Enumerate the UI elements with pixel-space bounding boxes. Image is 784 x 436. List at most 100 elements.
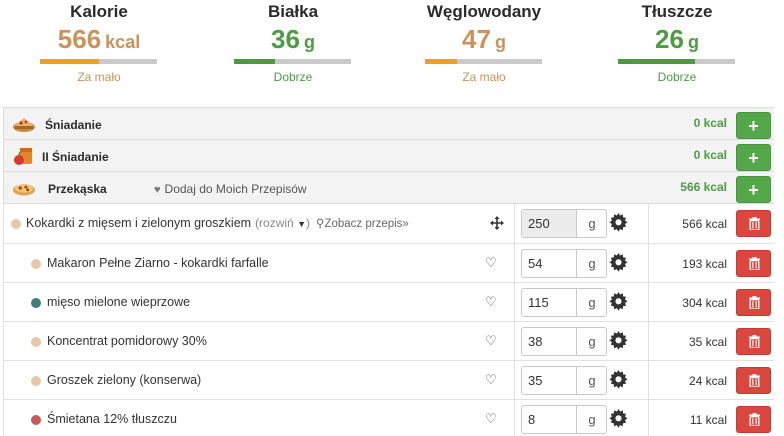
move-icon[interactable] (490, 216, 504, 230)
meal-table: Śniadanie 0 kcal + II Śniadanie 0 kcal +… (3, 107, 774, 436)
ingredient-name: Koncentrat pomidorowy 30% (47, 334, 207, 348)
ingredient-dot (31, 376, 41, 386)
meal-kcal: 566 kcal (680, 180, 727, 194)
unit-label: g (588, 256, 596, 271)
plus-icon: + (748, 116, 759, 136)
ingredient-row: Groszek zielony (konserwa) ♡ g 24 kcal (3, 361, 774, 400)
unit-label: g (588, 295, 596, 310)
caret-down-icon: ▼ (297, 219, 306, 229)
favorite-heart-icon[interactable]: ♡ (485, 372, 497, 388)
ingredient-name: Groszek zielony (konserwa) (47, 373, 202, 387)
macro-calories-progress (40, 59, 157, 64)
add-food-button[interactable]: + (736, 176, 771, 203)
quantity-field: g (521, 249, 607, 278)
unit-label: g (588, 334, 596, 349)
delete-button[interactable] (736, 328, 771, 355)
macro-protein-name: Białka (267, 2, 319, 21)
macro-fat-name: Tłuszcze (641, 2, 713, 21)
recipe-name: Kokardki z mięsem i zielonym groszkiem (26, 216, 252, 230)
quantity-input[interactable] (522, 250, 577, 277)
unit-label: g (588, 412, 596, 427)
delete-button[interactable] (736, 250, 771, 277)
macro-fat-status: Dobrze (657, 70, 697, 84)
quantity-input[interactable] (522, 406, 577, 433)
ingredient-name: mięso mielone wieprzowe (47, 295, 191, 309)
quantity-field: g (521, 288, 607, 317)
ingredient-name: Śmietana 12% tłuszczu (47, 412, 177, 426)
gear-icon[interactable] (609, 292, 628, 311)
quantity-input[interactable] (522, 289, 577, 316)
delete-button[interactable] (736, 289, 771, 316)
gear-icon[interactable] (609, 409, 628, 428)
ingredient-kcal: 193 kcal (682, 257, 727, 271)
delete-button[interactable] (736, 210, 771, 237)
meal-name: Śniadanie (45, 118, 102, 132)
second-breakfast-icon (14, 148, 32, 165)
recipe-kcal: 566 kcal (682, 217, 727, 231)
ingredient-name: Makaron Pełne Ziarno - kokardki farfalle (47, 256, 269, 270)
meal-kcal: 0 kcal (693, 148, 727, 162)
macro-protein-status: Dobrze (273, 70, 313, 84)
ingredient-dot (31, 337, 41, 347)
delete-button[interactable] (736, 367, 771, 394)
favorite-heart-icon[interactable]: ♡ (485, 294, 497, 310)
ingredient-dot (31, 415, 41, 425)
heart-icon: ♥ (154, 184, 161, 196)
ingredient-row: Makaron Pełne Ziarno - kokardki farfalle… (3, 244, 774, 283)
macro-protein-progress (234, 59, 351, 64)
delete-button[interactable] (736, 406, 771, 433)
quantity-field: g (521, 209, 607, 238)
unit-label: g (588, 373, 596, 388)
quantity-input[interactable] (522, 210, 577, 237)
macro-protein-value: 36 g (271, 24, 315, 54)
macro-carbs-status: Za mało (462, 70, 506, 84)
trash-icon (749, 413, 760, 426)
meal-row-snack: Przekąska ♥ Dodaj do Moich Przepisów 566 … (3, 172, 774, 204)
add-food-button[interactable]: + (736, 144, 771, 171)
trash-icon (749, 296, 760, 309)
macro-calories-name: Kalorie (70, 2, 128, 21)
meal-name: Przekąska (48, 182, 107, 196)
recipe-dot (11, 219, 21, 229)
macro-fat-value: 26 g (655, 24, 699, 54)
add-to-my-recipes-link[interactable]: ♥ Dodaj do Moich Przepisów (154, 182, 307, 196)
ingredient-row: Koncentrat pomidorowy 30% ♡ g 35 kcal (3, 322, 774, 361)
recipe-name-cell: Kokardki z mięsem i zielonym groszkiem (r… (26, 216, 409, 230)
gear-icon[interactable] (609, 370, 628, 389)
favorite-heart-icon[interactable]: ♡ (485, 255, 497, 271)
ingredient-dot (31, 298, 41, 308)
meal-kcal: 0 kcal (693, 116, 727, 130)
meal-row-breakfast: Śniadanie 0 kcal + (3, 108, 774, 140)
gear-icon[interactable] (609, 213, 628, 232)
meal-name: II Śniadanie (42, 150, 109, 164)
macro-calories-value: 566 kcal (57, 24, 141, 54)
recipe-row: Kokardki z mięsem i zielonym groszkiem (r… (3, 204, 774, 244)
ingredient-dot (31, 259, 41, 269)
ingredient-kcal: 24 kcal (688, 374, 727, 388)
quantity-input[interactable] (522, 367, 577, 394)
macro-carbs-value: 47 g (462, 24, 506, 54)
quantity-input[interactable] (522, 328, 577, 355)
favorite-heart-icon[interactable]: ♡ (485, 411, 497, 427)
ingredient-row: mięso mielone wieprzowe ♡ g 304 kcal (3, 283, 774, 322)
favorite-heart-icon[interactable]: ♡ (485, 333, 497, 349)
plus-icon: + (748, 180, 759, 200)
macro-fat-progress (618, 59, 735, 64)
trash-icon (749, 374, 760, 387)
meal-row-second-breakfast: II Śniadanie 0 kcal + (3, 140, 774, 172)
breakfast-icon (13, 118, 35, 132)
trash-icon (749, 257, 760, 270)
macro-summary: Kalorie 566 kcal Za mało Białka 36 g Dobrz… (0, 0, 784, 104)
expand-toggle[interactable]: (rozwiń ▼) (255, 216, 310, 230)
unit-label: g (588, 216, 596, 231)
macro-calories-status: Za mało (77, 70, 121, 84)
quantity-field: g (521, 366, 607, 395)
ingredient-row: Śmietana 12% tłuszczu ♡ g 11 kcal (3, 400, 774, 436)
gear-icon[interactable] (609, 253, 628, 272)
view-recipe-link[interactable]: ⚲Zobacz przepis» (316, 218, 409, 230)
gear-icon[interactable] (609, 331, 628, 350)
add-food-button[interactable]: + (736, 112, 771, 139)
ingredient-kcal: 35 kcal (688, 335, 727, 349)
macro-carbs-name: Węglowodany (426, 2, 542, 21)
ingredient-kcal: 304 kcal (682, 296, 727, 310)
